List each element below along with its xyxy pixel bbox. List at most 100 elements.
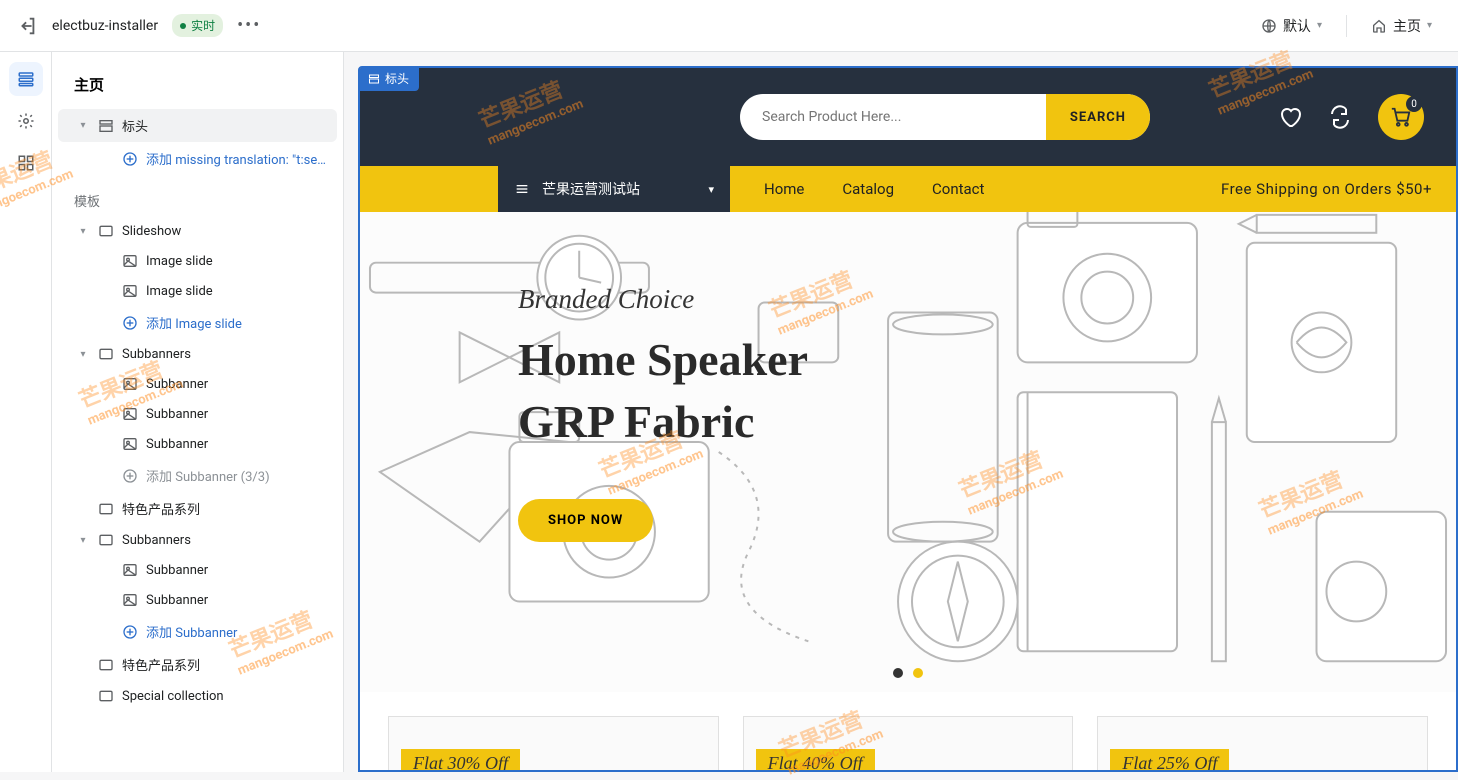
hero-cta-button[interactable]: SHOP NOW [518, 499, 653, 542]
image-icon [122, 562, 138, 578]
sidebar: 主页 ▾标头 添加 missing translation: "t:se... … [52, 52, 344, 772]
device-selector[interactable]: 默认 ▾ [1251, 10, 1332, 42]
sidebar-title: 主页 [52, 52, 343, 109]
subbanner-tag: Flat 25% Off [1110, 749, 1229, 772]
more-menu-icon[interactable]: ••• [237, 15, 261, 36]
tree-subbanners[interactable]: ▾ Subbanners [58, 339, 337, 369]
chevron-down-icon: ▾ [76, 349, 90, 360]
site-header-top: SEARCH 0 [360, 68, 1456, 166]
tree-image-slide[interactable]: Image slide [58, 246, 337, 276]
tree-label: 添加 Subbanner [146, 622, 327, 641]
hero-dot-2[interactable] [913, 668, 923, 678]
search-wrap: SEARCH [740, 94, 1150, 140]
templates-heading: 模板 [52, 175, 343, 216]
tree-label: Subbanner [146, 377, 327, 392]
tree-header[interactable]: ▾ 标头 [58, 109, 337, 142]
nav-catalog[interactable]: Catalog [842, 180, 894, 198]
subbanner-tag: Flat 30% Off [401, 749, 520, 772]
tree-subbanner[interactable]: Subbanner [58, 555, 337, 585]
image-icon [122, 253, 138, 269]
tree-slideshow[interactable]: ▾ Slideshow [58, 216, 337, 246]
page-label: 主页 [1393, 16, 1421, 36]
rail-apps-button[interactable] [9, 146, 43, 180]
frame-tag[interactable]: 标头 [358, 66, 419, 91]
hero-pagination [893, 668, 923, 678]
home-icon [1371, 18, 1387, 34]
section-icon [98, 657, 114, 673]
hero-dot-1[interactable] [893, 668, 903, 678]
plus-circle-icon [122, 624, 138, 640]
search-input[interactable] [740, 109, 1046, 125]
chevron-down-icon: ▾ [1317, 20, 1322, 31]
tree-feature-collection-2[interactable]: ▾特色产品系列 [58, 648, 337, 681]
site-nav: 芒果运营测试站 ▾ Home Catalog Contact Free Ship… [360, 166, 1456, 212]
frame-tag-label: 标头 [385, 70, 409, 87]
heart-icon[interactable] [1278, 105, 1302, 129]
rail-settings-button[interactable] [9, 104, 43, 138]
status-text: 实时 [191, 17, 215, 34]
add-subbanner[interactable]: 添加 Subbanner [58, 615, 337, 648]
apps-icon [17, 154, 35, 172]
tree-label: 标头 [122, 116, 327, 135]
tree-image-slide[interactable]: Image slide [58, 276, 337, 306]
section-icon [98, 346, 114, 362]
section-icon [98, 501, 114, 517]
exit-icon[interactable] [16, 15, 38, 37]
tree-subbanner[interactable]: Subbanner [58, 369, 337, 399]
tree-label: 添加 Image slide [146, 313, 327, 332]
tree-special-collection[interactable]: ▾Special collection [58, 681, 337, 711]
tree-feature-collection[interactable]: ▾特色产品系列 [58, 492, 337, 525]
image-icon [122, 436, 138, 452]
header-icon [98, 118, 114, 134]
hero-section: Branded Choice Home Speaker GRP Fabric S… [360, 212, 1456, 692]
tree-subbanners-2[interactable]: ▾Subbanners [58, 525, 337, 555]
status-badge: 实时 [172, 14, 223, 37]
tree-subbanner[interactable]: Subbanner [58, 429, 337, 459]
divider [1346, 15, 1347, 37]
subbanner-1[interactable]: Flat 30% Off [388, 716, 719, 772]
compare-icon[interactable] [1328, 105, 1352, 129]
chevron-down-icon: ▾ [76, 120, 90, 131]
hero-text: Branded Choice Home Speaker GRP Fabric S… [518, 284, 808, 542]
section-icon [98, 688, 114, 704]
subbanner-row: Flat 30% Off Flat 40% Off Flat 25% Off [360, 692, 1456, 772]
mega-menu-button[interactable]: 芒果运营测试站 ▾ [498, 166, 730, 212]
tree-label: Subbanner [146, 407, 327, 422]
tree-subbanner[interactable]: Subbanner [58, 399, 337, 429]
add-header-block[interactable]: 添加 missing translation: "t:se... [58, 142, 337, 175]
image-icon [122, 406, 138, 422]
hero-title-line2: GRP Fabric [518, 391, 808, 453]
subbanner-2[interactable]: Flat 40% Off [743, 716, 1074, 772]
tree-label: Slideshow [122, 224, 327, 239]
hero-title-line1: Home Speaker [518, 329, 808, 391]
subbanner-tag: Flat 40% Off [756, 749, 875, 772]
plus-circle-icon [122, 468, 138, 484]
tree-label: Special collection [122, 689, 327, 704]
nav-contact[interactable]: Contact [932, 180, 984, 198]
nav-links: Home Catalog Contact [730, 180, 1018, 198]
nav-home[interactable]: Home [764, 180, 804, 198]
sections-icon [17, 70, 35, 88]
preview-canvas: 标头 SEARCH 0 芒果运营测试站 ▾ [344, 52, 1458, 772]
search-button[interactable]: SEARCH [1046, 94, 1150, 140]
tree-label: 特色产品系列 [122, 499, 327, 518]
add-image-slide[interactable]: 添加 Image slide [58, 306, 337, 339]
icon-rail [0, 52, 52, 772]
page-selector[interactable]: 主页 ▾ [1361, 10, 1442, 42]
chevron-down-icon: ▾ [1427, 20, 1432, 31]
globe-icon [1261, 18, 1277, 34]
section-icon [98, 532, 114, 548]
tree-label: Image slide [146, 254, 327, 269]
add-subbanner-full: 添加 Subbanner (3/3) [58, 459, 337, 492]
tree-label: Subbanners [122, 347, 327, 362]
cart-button[interactable]: 0 [1378, 94, 1424, 140]
subbanner-3[interactable]: Flat 25% Off [1097, 716, 1428, 772]
rail-sections-button[interactable] [9, 62, 43, 96]
header-icons: 0 [1278, 94, 1424, 140]
tree-label: Subbanners [122, 533, 327, 548]
tree-label: 特色产品系列 [122, 655, 327, 674]
image-icon [122, 283, 138, 299]
tree-subbanner[interactable]: Subbanner [58, 585, 337, 615]
chevron-down-icon: ▾ [76, 226, 90, 237]
tree-label: Subbanner [146, 563, 327, 578]
